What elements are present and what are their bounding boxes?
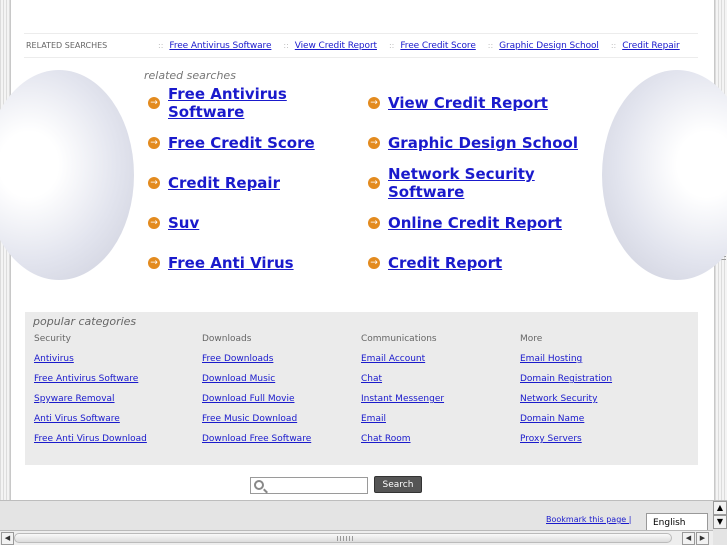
arrow-right-icon: → [368,137,380,149]
arrow-right-icon: → [148,257,160,269]
category-column-more: More Email Hosting Domain Registration N… [520,334,612,454]
related-searches-title: related searches [144,69,236,82]
arrow-right-icon: → [148,97,160,109]
category-link[interactable]: Chat Room [361,434,444,454]
arrow-right-icon: → [368,217,380,229]
scroll-track[interactable] [14,533,672,543]
scroll-left-button[interactable]: ◀ [1,532,14,545]
related-search-item[interactable]: → Suv [148,212,368,234]
category-column-communications: Communications Email Account Chat Instan… [361,334,444,454]
arrow-right-icon: → [368,257,380,269]
separator: :: [388,41,395,50]
scroll-left-button[interactable]: ◀ [682,532,695,545]
category-heading: More [520,334,543,344]
category-link[interactable]: Free Downloads [202,354,311,374]
scroll-down-button[interactable]: ▼ [713,515,727,529]
related-search-item[interactable]: → View Credit Report [368,92,588,114]
category-link[interactable]: Chat [361,374,444,394]
arrow-right-icon: → [148,177,160,189]
related-search-item[interactable]: → Free Credit Score [148,132,368,154]
separator: :: [158,41,164,50]
page-content: RELATED SEARCHES :: Free Antivirus Softw… [0,0,727,500]
related-searches-bar: RELATED SEARCHES :: Free Antivirus Softw… [24,33,698,58]
search-button[interactable]: Search [374,476,422,493]
category-link[interactable]: Email Hosting [520,354,612,374]
category-link[interactable]: Email Account [361,354,444,374]
related-search-item[interactable]: → Online Credit Report [368,212,588,234]
decorative-arc-left [0,70,134,280]
related-search-link[interactable]: Credit Report [388,254,502,272]
arrow-right-icon: → [148,137,160,149]
category-link[interactable]: Antivirus [34,354,147,374]
search-icon [254,480,264,490]
category-link[interactable]: Download Music [202,374,311,394]
horizontal-scrollbar[interactable]: ◀ ◀ ▶ [0,530,713,545]
category-link[interactable]: Network Security [520,394,612,414]
related-search-item[interactable]: → Graphic Design School [368,132,588,154]
related-search-item[interactable]: → Free Antivirus Software [148,85,368,121]
separator: :: [487,41,494,50]
popular-categories-title: popular categories [33,315,137,328]
search-box[interactable] [250,477,368,494]
category-link[interactable]: Download Free Software [202,434,311,454]
category-link[interactable]: Free Anti Virus Download [34,434,147,454]
related-search-item[interactable]: → Credit Repair [148,172,368,194]
arrow-right-icon: → [368,177,380,189]
scroll-right-button[interactable]: ▶ [696,532,709,545]
category-link[interactable]: Domain Registration [520,374,612,394]
related-bar-label: RELATED SEARCHES [26,41,108,50]
related-search-link[interactable]: Network Security Software [388,165,588,201]
arrow-right-icon: → [148,217,160,229]
related-search-link[interactable]: View Credit Report [388,94,548,112]
category-link[interactable]: Email [361,414,444,434]
popular-categories-panel: popular categories Security Antivirus Fr… [25,312,698,465]
related-search-link[interactable]: Credit Repair [168,174,280,192]
related-search-link[interactable]: Suv [168,214,199,232]
separator: :: [610,41,617,50]
related-bar-link[interactable]: Credit Repair [622,41,680,51]
category-link[interactable]: Anti Virus Software [34,414,147,434]
related-search-link[interactable]: Free Antivirus Software [168,85,368,121]
related-bar-link[interactable]: Free Credit Score [400,41,476,51]
related-search-link[interactable]: Free Credit Score [168,134,315,152]
related-bar-link[interactable]: Graphic Design School [499,41,599,51]
scroll-up-button[interactable]: ▲ [713,501,727,515]
related-search-link[interactable]: Online Credit Report [388,214,562,232]
category-heading: Communications [361,334,437,344]
related-search-link[interactable]: Graphic Design School [388,134,578,152]
category-column-security: Security Antivirus Free Antivirus Softwa… [34,334,147,454]
related-search-item[interactable]: → Free Anti Virus [148,252,368,274]
related-search-link[interactable]: Free Anti Virus [168,254,294,272]
related-bar-link[interactable]: Free Antivirus Software [169,41,271,51]
related-search-item[interactable]: → Network Security Software [368,165,588,201]
category-column-downloads: Downloads Free Downloads Download Music … [202,334,311,454]
related-bar-link[interactable]: View Credit Report [295,41,377,51]
bookmark-link[interactable]: Bookmark this page | [546,515,631,524]
category-link[interactable]: Instant Messenger [361,394,444,414]
decorative-arc-right [602,70,727,280]
category-heading: Security [34,334,71,344]
category-link[interactable]: Domain Name [520,414,612,434]
category-link[interactable]: Free Antivirus Software [34,374,147,394]
related-search-item[interactable]: → Credit Report [368,252,588,274]
category-link[interactable]: Download Full Movie [202,394,311,414]
related-searches-grid: → Free Antivirus Software → View Credit Re… [148,85,598,292]
category-link[interactable]: Spyware Removal [34,394,147,414]
category-heading: Downloads [202,334,252,344]
category-link[interactable]: Free Music Download [202,414,311,434]
separator: :: [283,41,289,50]
search-input[interactable] [269,479,365,492]
arrow-right-icon: → [368,97,380,109]
category-link[interactable]: Proxy Servers [520,434,612,454]
scroll-thumb-grip[interactable] [337,536,353,541]
